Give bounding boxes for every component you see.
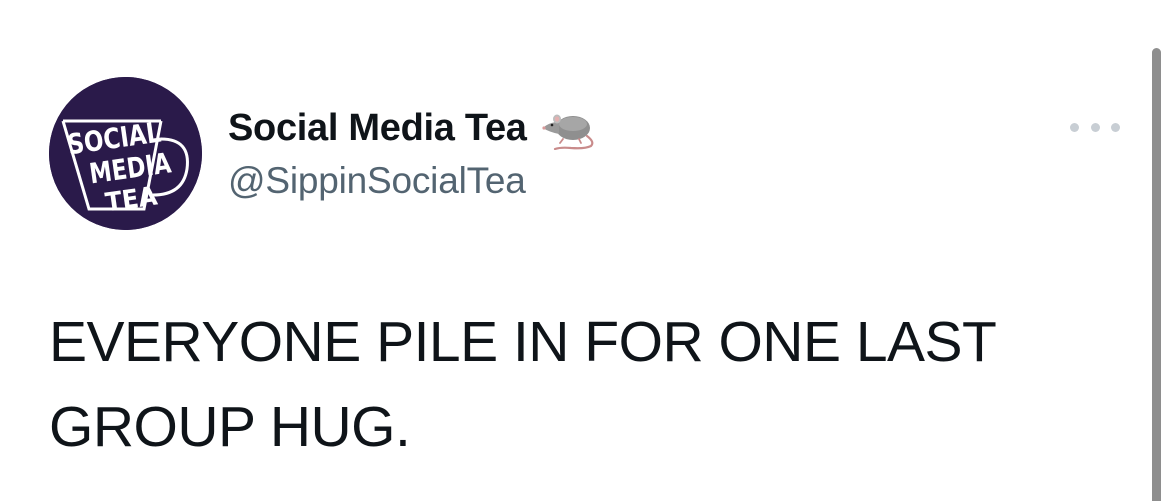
social-media-tea-logo: SOCIAL MEDIA TEA <box>49 77 202 230</box>
tweet-text: EVERYONE PILE IN FOR ONE LAST GROUP HUG. <box>49 310 996 459</box>
tweet: SOCIAL MEDIA TEA Social Media Tea @Sippi… <box>0 0 1170 501</box>
more-horizontal-icon <box>1090 122 1100 132</box>
more-horizontal-icon <box>1070 122 1079 132</box>
scrollbar[interactable] <box>1152 48 1161 501</box>
rat-icon <box>541 106 599 151</box>
avatar[interactable]: SOCIAL MEDIA TEA <box>49 77 202 230</box>
more-horizontal-icon <box>1111 122 1120 132</box>
display-name[interactable]: Social Media Tea <box>228 107 527 150</box>
author-handle[interactable]: @SippinSocialTea <box>228 160 526 202</box>
display-name-row[interactable]: Social Media Tea <box>228 104 599 152</box>
more-options-button[interactable] <box>1070 112 1120 142</box>
